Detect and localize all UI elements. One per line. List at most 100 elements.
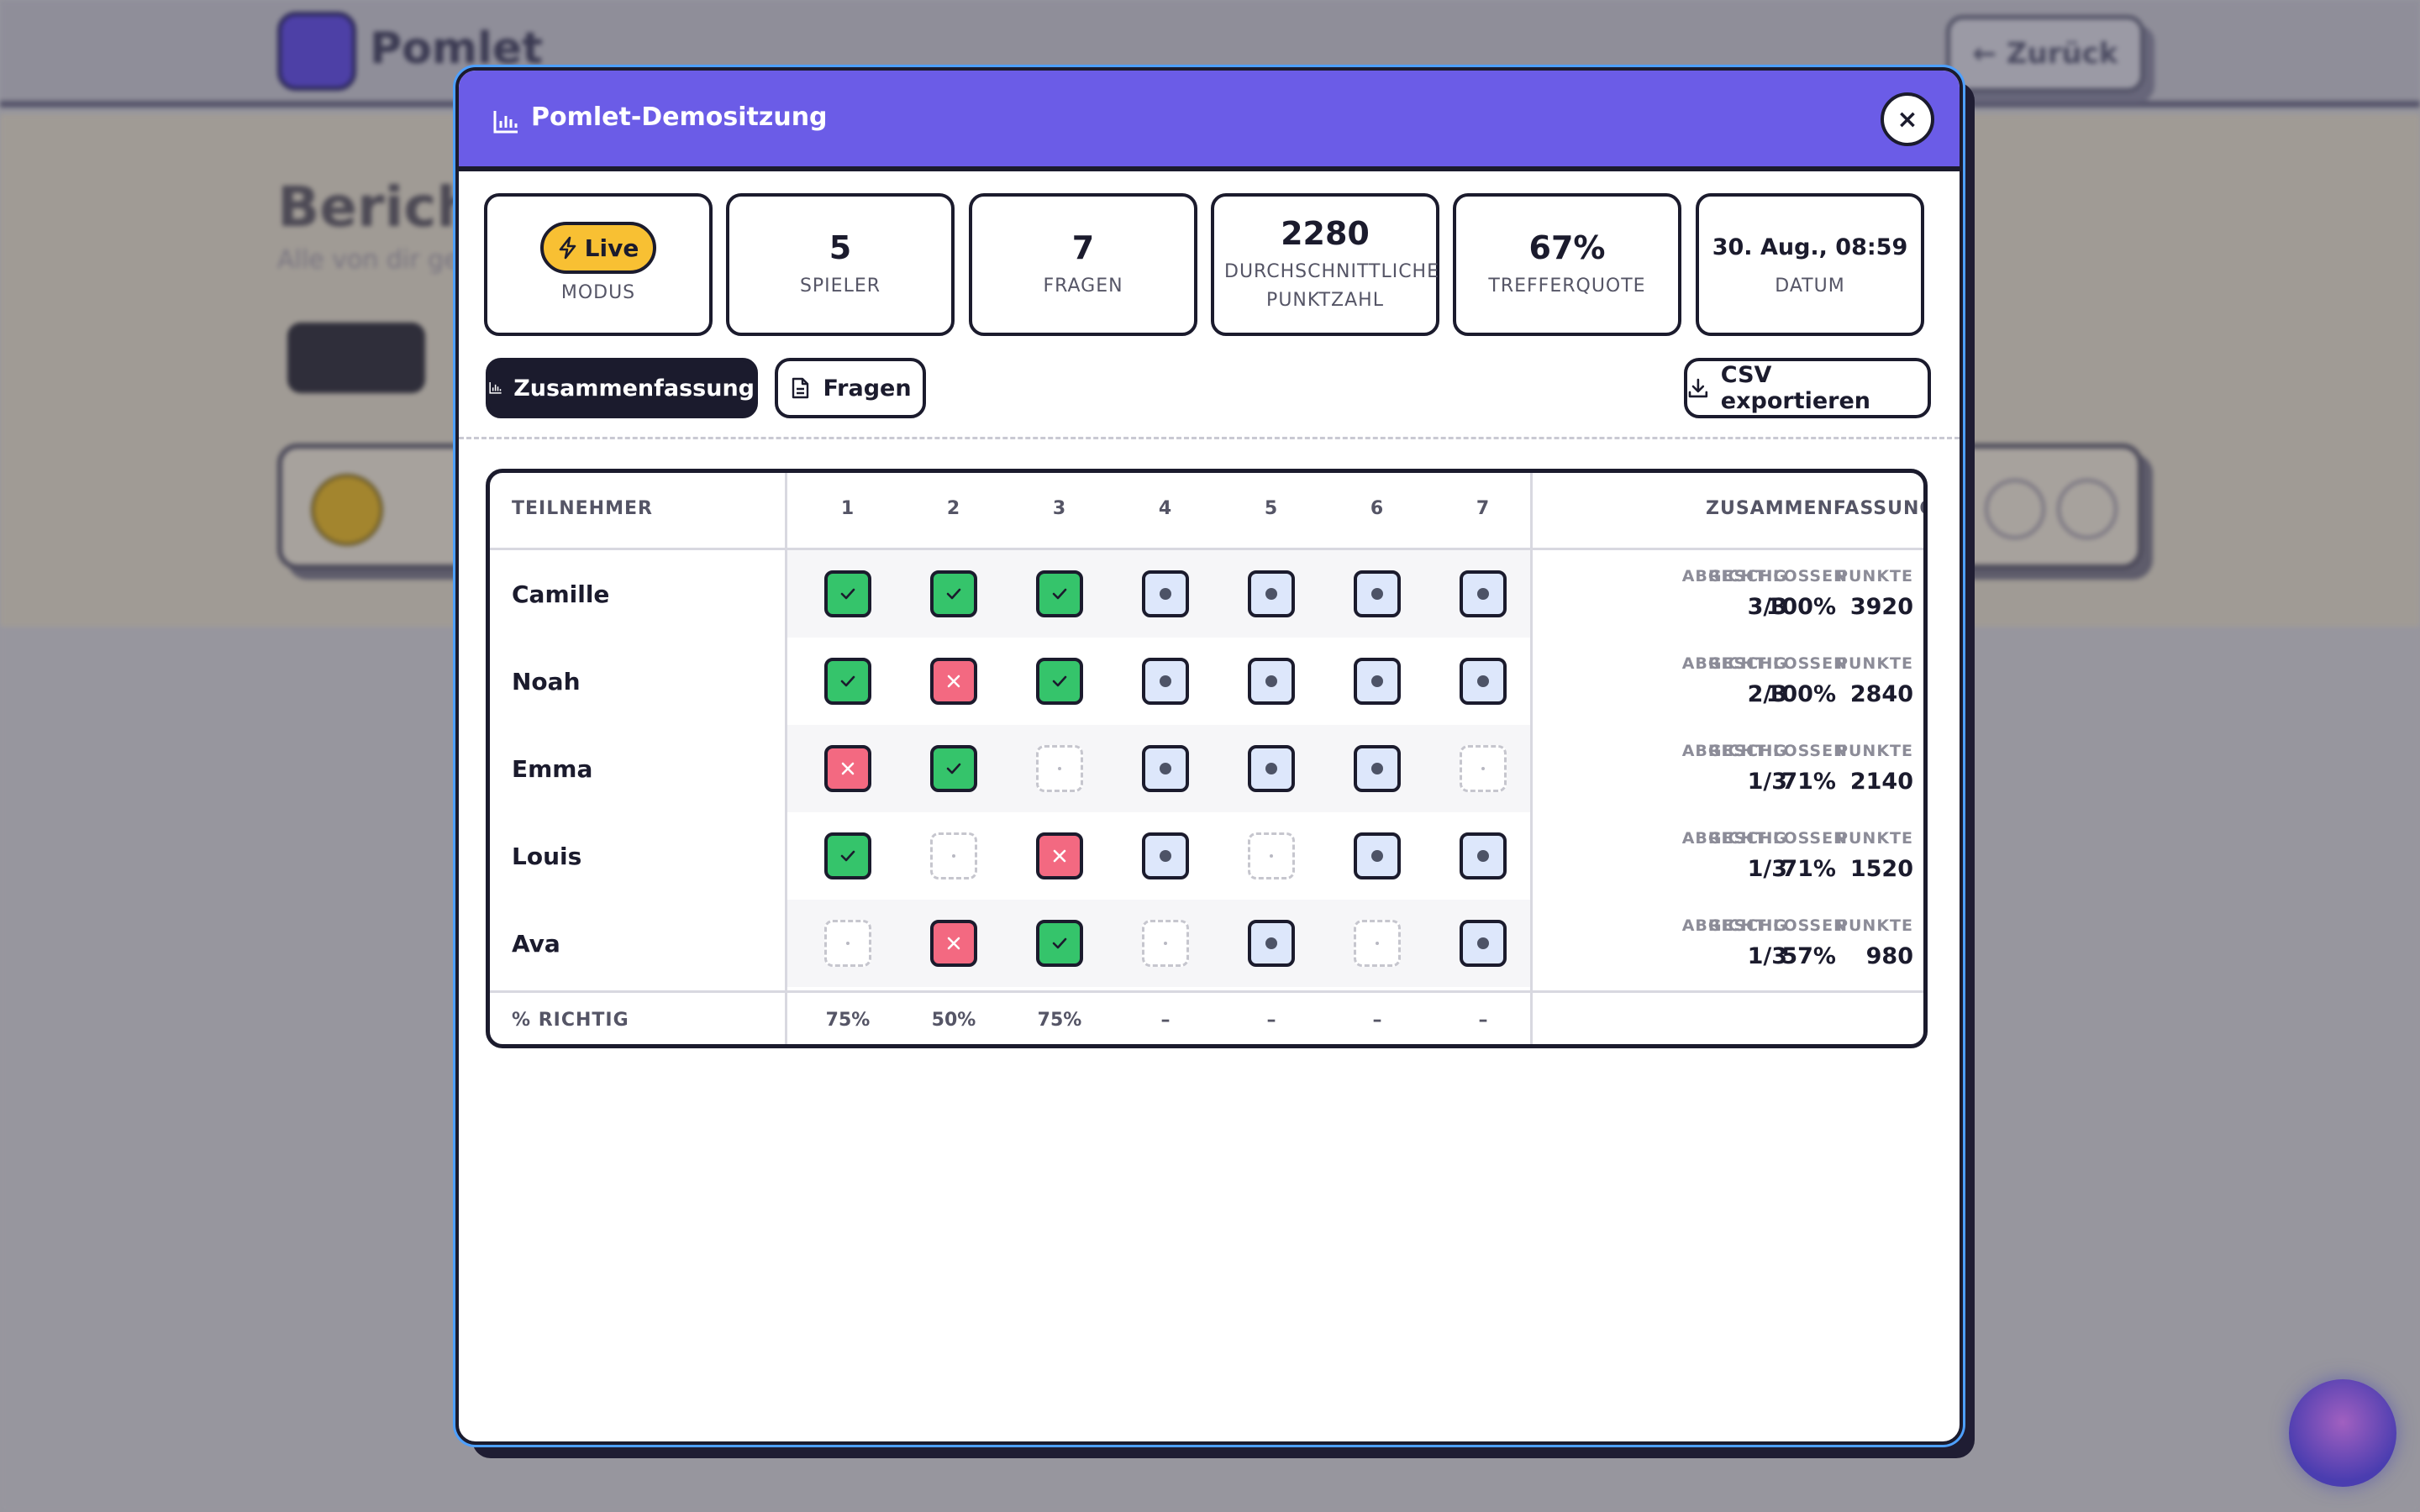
answer-correct-icon[interactable] bbox=[1036, 570, 1083, 617]
answer-correct-icon[interactable] bbox=[824, 832, 871, 879]
percent-correct-label: % RICHTIG bbox=[512, 1010, 629, 1031]
download-icon bbox=[1688, 378, 1708, 398]
summary-completed-value: 100% bbox=[1765, 594, 1836, 620]
question-column-header: 6 bbox=[1370, 498, 1385, 519]
answer-pending-icon[interactable] bbox=[1142, 832, 1189, 879]
summary-points-value: 3920 bbox=[1849, 594, 1913, 620]
stat-value: 7 bbox=[1071, 229, 1095, 266]
answer-wrong-icon[interactable] bbox=[930, 920, 977, 967]
percent-correct-row: % RICHTIG 75% 50% 75% – – – – bbox=[490, 990, 1923, 1044]
stat-average-score: 2280 DURCHSCHNITTLICHE PUNKTZAHL bbox=[1211, 193, 1439, 336]
answer-pending-icon[interactable] bbox=[1142, 658, 1189, 705]
answer-wrong-icon[interactable] bbox=[824, 745, 871, 792]
answer-missing-icon[interactable] bbox=[1460, 745, 1507, 792]
bar-chart-icon bbox=[489, 381, 502, 394]
question-column-header: 4 bbox=[1158, 498, 1173, 519]
session-icon bbox=[311, 474, 383, 546]
answer-pending-icon[interactable] bbox=[1460, 570, 1507, 617]
summary-points-value: 2140 bbox=[1849, 769, 1913, 795]
filter-tab[interactable] bbox=[287, 323, 425, 393]
summary-points-label: PUNKTE bbox=[1836, 742, 1913, 760]
brand-name: Pomlet bbox=[370, 24, 543, 74]
answer-pending-icon[interactable] bbox=[1354, 570, 1401, 617]
question-column-header: 5 bbox=[1264, 498, 1279, 519]
floating-action-button[interactable] bbox=[2289, 1379, 2396, 1487]
answer-pending-icon[interactable] bbox=[1460, 658, 1507, 705]
question-column-header: 7 bbox=[1476, 498, 1491, 519]
summary-points-value: 1520 bbox=[1849, 856, 1913, 882]
answer-correct-icon[interactable] bbox=[930, 745, 977, 792]
answer-pending-icon[interactable] bbox=[1142, 570, 1189, 617]
answer-pending-icon[interactable] bbox=[1248, 658, 1295, 705]
summary-completed-label: ABGESCHLOSSEN bbox=[1681, 916, 1848, 935]
summary-completed-label: ABGESCHLOSSEN bbox=[1681, 654, 1848, 673]
card-action-icon[interactable] bbox=[2057, 479, 2118, 539]
session-report-modal: Pomlet-Demositzung × Live MODUS 5 SPIELE… bbox=[455, 67, 1963, 1445]
answer-pending-icon[interactable] bbox=[1354, 658, 1401, 705]
summary-points-value: 980 bbox=[1865, 943, 1913, 969]
answer-missing-icon[interactable] bbox=[1248, 832, 1295, 879]
summary-completed-value: 100% bbox=[1765, 681, 1836, 707]
participant-name: Noah bbox=[512, 668, 581, 696]
back-button[interactable]: ← Zurück bbox=[1946, 15, 2144, 92]
stat-label: FRAGEN bbox=[1043, 276, 1123, 297]
answer-missing-icon[interactable] bbox=[824, 920, 871, 967]
stat-value: 2280 bbox=[1281, 215, 1370, 252]
percent-correct-value: – bbox=[1160, 1010, 1171, 1031]
answer-correct-icon[interactable] bbox=[824, 658, 871, 705]
tab-label: Fragen bbox=[823, 375, 912, 402]
answer-missing-icon[interactable] bbox=[930, 832, 977, 879]
stat-questions: 7 FRAGEN bbox=[969, 193, 1197, 336]
answer-pending-icon[interactable] bbox=[1354, 832, 1401, 879]
percent-correct-value: 75% bbox=[825, 1010, 871, 1031]
percent-correct-value: – bbox=[1478, 1010, 1488, 1031]
summary-completed-value: 71% bbox=[1781, 856, 1836, 882]
summary-points-label: PUNKTE bbox=[1836, 567, 1913, 585]
summary-header: ZUSAMMENFASSUNG bbox=[1706, 498, 1928, 519]
table-row: Noah RICHTIG 2/3 ABGESCHLOSSEN 100% PUNKTE 284… bbox=[490, 638, 1923, 725]
lightning-icon bbox=[559, 236, 576, 260]
export-csv-button[interactable]: CSV exportieren bbox=[1684, 358, 1931, 418]
answer-correct-icon[interactable] bbox=[824, 570, 871, 617]
app-logo bbox=[277, 12, 356, 91]
answer-missing-icon[interactable] bbox=[1354, 920, 1401, 967]
percent-correct-value: – bbox=[1266, 1010, 1276, 1031]
answer-pending-icon[interactable] bbox=[1460, 920, 1507, 967]
stat-label: DURCHSCHNITTLICHE PUNKTZAHL bbox=[1224, 261, 1439, 311]
answer-wrong-icon[interactable] bbox=[930, 658, 977, 705]
stat-label: MODUS bbox=[560, 282, 636, 303]
answer-pending-icon[interactable] bbox=[1248, 570, 1295, 617]
answer-correct-icon[interactable] bbox=[1036, 920, 1083, 967]
summary-completed-value: 57% bbox=[1781, 943, 1836, 969]
answer-wrong-icon[interactable] bbox=[1036, 832, 1083, 879]
answer-correct-icon[interactable] bbox=[930, 570, 977, 617]
stat-hit-rate: 67% TREFFERQUOTE bbox=[1453, 193, 1681, 336]
answer-missing-icon[interactable] bbox=[1036, 745, 1083, 792]
answer-missing-icon[interactable] bbox=[1142, 920, 1189, 967]
table-row: Emma RICHTIG 1/3 ABGESCHLOSSEN 71% PUNKTE 2140 bbox=[490, 725, 1923, 812]
answer-pending-icon[interactable] bbox=[1248, 920, 1295, 967]
stat-date: 30. Aug., 08:59 DATUM bbox=[1696, 193, 1924, 336]
divider bbox=[459, 437, 1960, 439]
answer-pending-icon[interactable] bbox=[1460, 832, 1507, 879]
close-icon: × bbox=[1897, 104, 1918, 134]
stat-label: TREFFERQUOTE bbox=[1488, 276, 1646, 297]
question-column-header: 3 bbox=[1052, 498, 1067, 519]
answer-pending-icon[interactable] bbox=[1248, 745, 1295, 792]
tab-questions[interactable]: Fragen bbox=[775, 358, 926, 418]
table-header-row: TEILNEHMER ZUSAMMENFASSUNG 1234567 bbox=[490, 473, 1923, 550]
summary-completed-label: ABGESCHLOSSEN bbox=[1681, 742, 1848, 760]
answer-pending-icon[interactable] bbox=[1354, 745, 1401, 792]
live-badge-label: Live bbox=[584, 234, 639, 262]
close-button[interactable]: × bbox=[1881, 92, 1934, 146]
live-badge: Live bbox=[540, 222, 656, 274]
card-action-icon[interactable] bbox=[1985, 479, 2045, 539]
question-column-header: 2 bbox=[946, 498, 961, 519]
stat-value: 67% bbox=[1528, 229, 1606, 266]
answer-pending-icon[interactable] bbox=[1142, 745, 1189, 792]
tab-summary[interactable]: Zusammenfassung bbox=[486, 358, 758, 418]
participant-name: Louis bbox=[512, 843, 582, 870]
stat-label: DATUM bbox=[1775, 276, 1845, 297]
bar-chart-icon bbox=[493, 111, 518, 134]
answer-correct-icon[interactable] bbox=[1036, 658, 1083, 705]
